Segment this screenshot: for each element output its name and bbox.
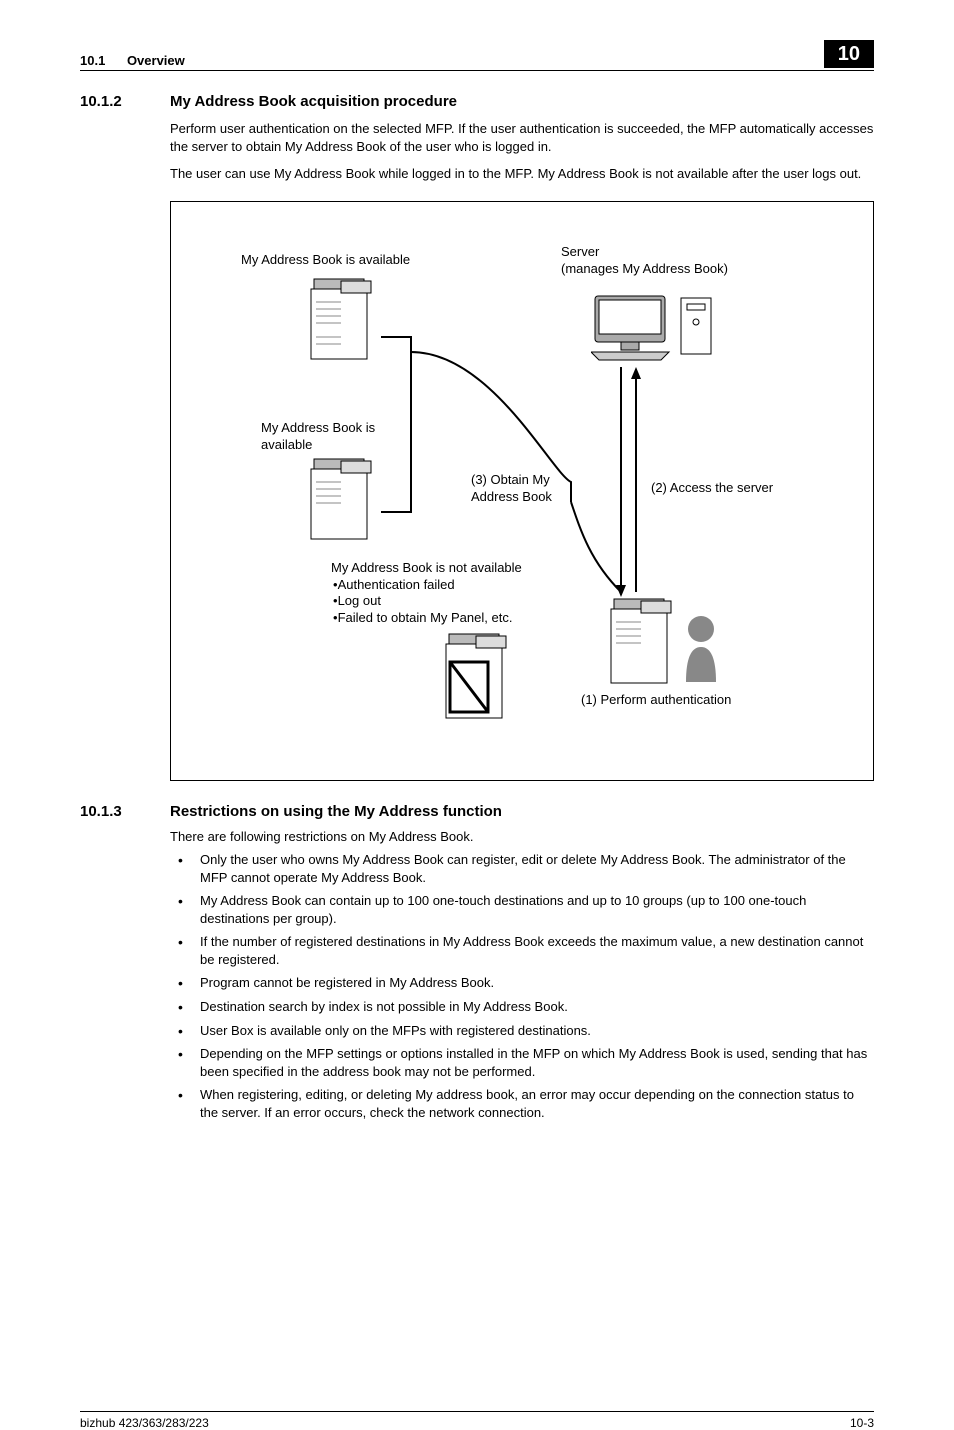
- paragraph: The user can use My Address Book while l…: [170, 165, 874, 183]
- diagram-not-avail-bullet: Authentication failed: [333, 577, 522, 594]
- page-header: 10.1 Overview 10: [80, 40, 874, 71]
- acquisition-diagram: My Address Book is available Server (man…: [170, 201, 874, 781]
- list-item: If the number of registered destinations…: [170, 933, 874, 968]
- header-left: 10.1 Overview: [80, 53, 824, 68]
- diagram-label-perform-auth: (1) Perform authentication: [581, 692, 731, 709]
- list-item: My Address Book can contain up to 100 on…: [170, 892, 874, 927]
- header-section-label: Overview: [127, 53, 185, 68]
- list-item: Program cannot be registered in My Addre…: [170, 974, 874, 992]
- list-item: Destination search by index is not possi…: [170, 998, 874, 1016]
- restrictions-list: Only the user who owns My Address Book c…: [170, 851, 874, 1121]
- section-10-1-2-heading: 10.1.2 My Address Book acquisition proce…: [80, 93, 874, 110]
- mfp-with-user-icon: [601, 597, 731, 697]
- section-10-1-3-heading: 10.1.3 Restrictions on using the My Addr…: [80, 803, 874, 820]
- list-item: User Box is available only on the MFPs w…: [170, 1022, 874, 1040]
- chapter-badge: 10: [824, 40, 874, 68]
- page-footer: bizhub 423/363/283/223 10-3: [80, 1411, 874, 1430]
- footer-model: bizhub 423/363/283/223: [80, 1416, 850, 1430]
- list-item: Depending on the MFP settings or options…: [170, 1045, 874, 1080]
- section-number: 10.1.3: [80, 803, 170, 820]
- section-title: Restrictions on using the My Address fun…: [170, 803, 502, 820]
- diagram-lines: [171, 202, 871, 782]
- diagram-not-avail-bullet: Log out: [333, 593, 522, 610]
- list-item: Only the user who owns My Address Book c…: [170, 851, 874, 886]
- list-item: When registering, editing, or deleting M…: [170, 1086, 874, 1121]
- footer-page-number: 10-3: [850, 1416, 874, 1430]
- paragraph: Perform user authentication on the selec…: [170, 120, 874, 155]
- section-10-1-3-intro: There are following restrictions on My A…: [170, 828, 874, 846]
- section-number: 10.1.2: [80, 93, 170, 110]
- section-10-1-2-body: Perform user authentication on the selec…: [170, 120, 874, 183]
- section-title: My Address Book acquisition procedure: [170, 93, 457, 110]
- mfp-disabled-icon: [436, 632, 516, 732]
- diagram-not-available: My Address Book is not available Authent…: [331, 560, 522, 628]
- diagram-not-avail-bullet: Failed to obtain My Panel, etc.: [333, 610, 522, 627]
- diagram-not-avail-title: My Address Book is not available: [331, 560, 522, 577]
- header-section-number: 10.1: [80, 53, 105, 68]
